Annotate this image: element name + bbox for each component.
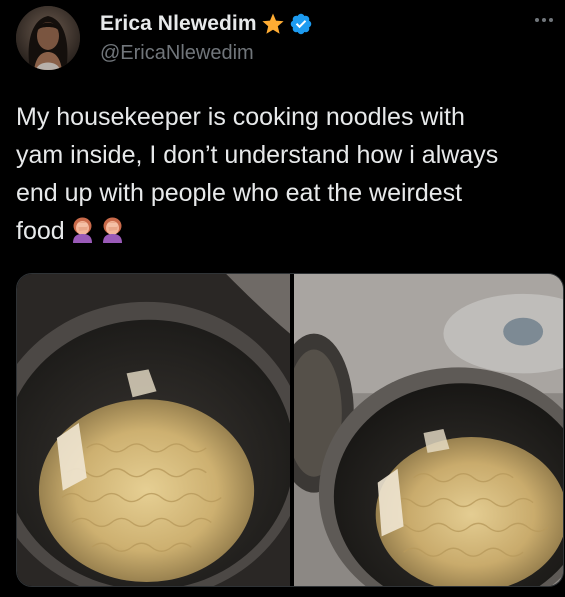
author-name-row: Erica Nlewedim (100, 10, 313, 38)
verified-badge-icon[interactable] (289, 12, 313, 36)
tweet-text-line-last: food (16, 212, 556, 250)
tweet-text-word: food (16, 217, 65, 245)
tweet-text-line: end up with people who eat the weirdest (16, 179, 463, 207)
tweet-text: My housekeeper is cooking noodles with y… (16, 98, 556, 250)
media-photo-1[interactable] (17, 274, 290, 586)
profile-photo-icon (16, 6, 80, 70)
tweet-media-grid (16, 273, 564, 587)
tweet-card: Erica Nlewedim @EricaNlewedim My houseke… (0, 0, 565, 597)
media-photo-2[interactable] (294, 274, 563, 586)
noodles-with-yam-in-pot-photo-icon (17, 274, 290, 586)
author-display-name[interactable]: Erica Nlewedim (100, 12, 257, 36)
tweet-text-line: My housekeeper is cooking noodles with (16, 103, 465, 131)
avatar[interactable] (16, 6, 80, 70)
tweet-text-line: yam inside, I don’t understand how i alw… (16, 141, 499, 169)
woman-facepalming-emoji-icon (72, 217, 92, 243)
star-emoji-icon (262, 13, 284, 34)
noodles-in-pot-on-stove-photo-icon (294, 274, 563, 586)
woman-facepalming-emoji-icon (102, 217, 122, 243)
more-dots-icon[interactable] (535, 12, 557, 28)
author-handle[interactable]: @EricaNlewedim (100, 42, 254, 65)
